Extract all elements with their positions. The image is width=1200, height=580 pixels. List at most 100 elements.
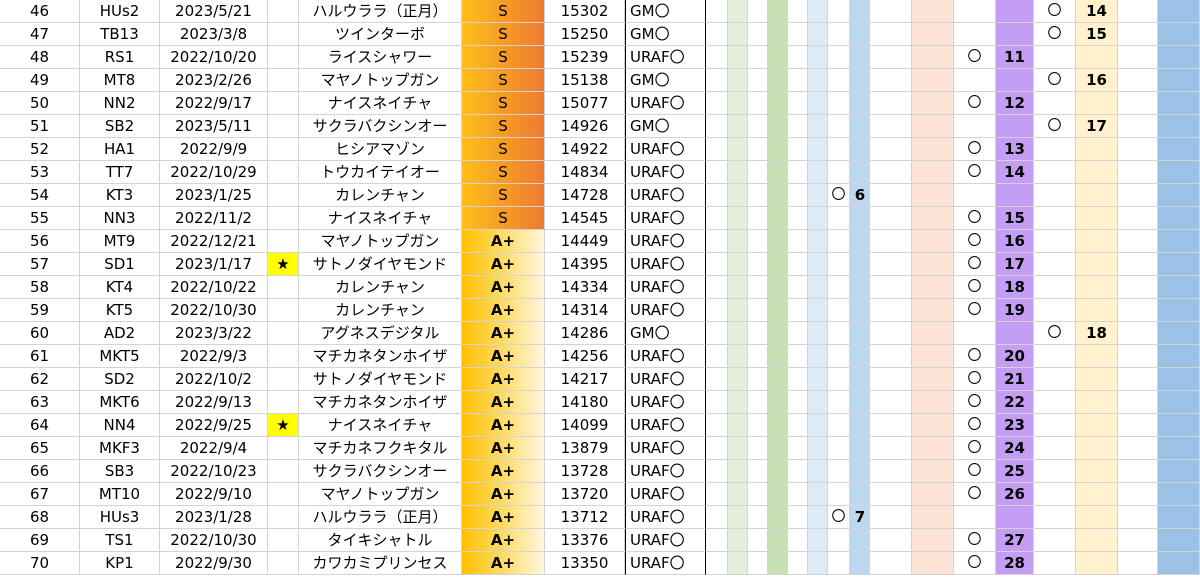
cell-count-group1[interactable] bbox=[850, 230, 870, 253]
cell-count-group3[interactable] bbox=[1076, 299, 1118, 322]
cell-band-peach[interactable] bbox=[912, 138, 954, 161]
cell-mark-group3[interactable]: 〇 bbox=[1034, 115, 1076, 138]
cell-tag[interactable]: URAF〇 bbox=[625, 414, 706, 437]
table-row[interactable]: 66 SB3 2022/10/23 サクラバクシンオー A+ 13728 URAF〇 〇 25 bbox=[0, 460, 1200, 483]
cell-mark-group3[interactable] bbox=[1034, 253, 1076, 276]
cell-blank[interactable] bbox=[870, 552, 912, 575]
cell-rank[interactable]: A+ bbox=[462, 506, 545, 529]
cell-band-peach[interactable] bbox=[912, 368, 954, 391]
cell-id[interactable]: TT7 bbox=[80, 161, 160, 184]
cell-count-group1[interactable] bbox=[850, 69, 870, 92]
cell-count-group2[interactable] bbox=[996, 69, 1034, 92]
cell-count-group3[interactable] bbox=[1076, 184, 1118, 207]
cell-rank[interactable]: A+ bbox=[462, 230, 545, 253]
cell-row-number[interactable]: 64 bbox=[0, 414, 80, 437]
cell-band-green-light[interactable] bbox=[728, 460, 748, 483]
cell-tag[interactable]: URAF〇 bbox=[625, 437, 706, 460]
cell-rank[interactable]: S bbox=[462, 46, 545, 69]
cell-mark-group2[interactable]: 〇 bbox=[954, 299, 996, 322]
cell-mark-group3[interactable] bbox=[1034, 46, 1076, 69]
cell-row-number[interactable]: 59 bbox=[0, 299, 80, 322]
cell-blank[interactable] bbox=[870, 115, 912, 138]
cell-date[interactable]: 2022/9/25 bbox=[160, 414, 268, 437]
table-row[interactable]: 61 MKT5 2022/9/3 マチカネタンホイザ A+ 14256 URAF〇 〇 20 bbox=[0, 345, 1200, 368]
cell-mark-group1[interactable] bbox=[828, 276, 850, 299]
cell-star[interactable] bbox=[268, 138, 299, 161]
cell-rank[interactable]: A+ bbox=[462, 391, 545, 414]
cell-score[interactable]: 13720 bbox=[545, 483, 625, 506]
cell-count-group2[interactable]: 26 bbox=[996, 483, 1034, 506]
cell-band-peach[interactable] bbox=[912, 276, 954, 299]
cell-mark-group2[interactable]: 〇 bbox=[954, 368, 996, 391]
cell-mark-group1[interactable] bbox=[828, 552, 850, 575]
cell-count-group1[interactable] bbox=[850, 552, 870, 575]
cell-mark-group3[interactable]: 〇 bbox=[1034, 322, 1076, 345]
cell-blank[interactable] bbox=[748, 46, 768, 69]
cell-count-group1[interactable] bbox=[850, 253, 870, 276]
cell-row-number[interactable]: 58 bbox=[0, 276, 80, 299]
cell-mark-group3[interactable]: 〇 bbox=[1034, 23, 1076, 46]
cell-blank[interactable] bbox=[870, 184, 912, 207]
cell-blank[interactable] bbox=[870, 506, 912, 529]
cell-mark-group3[interactable] bbox=[1034, 391, 1076, 414]
cell-tag[interactable]: URAF〇 bbox=[625, 368, 706, 391]
cell-mark-group3[interactable] bbox=[1034, 299, 1076, 322]
cell-blank[interactable] bbox=[706, 483, 728, 506]
cell-band-green[interactable] bbox=[768, 115, 788, 138]
cell-count-group1[interactable] bbox=[850, 92, 870, 115]
cell-blank[interactable] bbox=[706, 414, 728, 437]
cell-blank[interactable] bbox=[788, 161, 808, 184]
cell-band-peach[interactable] bbox=[912, 46, 954, 69]
cell-date[interactable]: 2022/11/2 bbox=[160, 207, 268, 230]
cell-blank[interactable] bbox=[748, 161, 768, 184]
cell-band-green-light[interactable] bbox=[728, 184, 748, 207]
cell-count-group1[interactable] bbox=[850, 0, 870, 23]
cell-count-group2[interactable]: 27 bbox=[996, 529, 1034, 552]
cell-id[interactable]: SB3 bbox=[80, 460, 160, 483]
cell-mark-group1[interactable]: 〇 bbox=[828, 506, 850, 529]
cell-row-number[interactable]: 61 bbox=[0, 345, 80, 368]
cell-blank[interactable] bbox=[1118, 529, 1158, 552]
table-row[interactable]: 64 NN4 2022/9/25 ★ ナイスネイチャ A+ 14099 URAF〇 〇 23 bbox=[0, 414, 1200, 437]
cell-mark-group3[interactable]: 〇 bbox=[1034, 0, 1076, 23]
cell-count-group2[interactable]: 23 bbox=[996, 414, 1034, 437]
cell-blank[interactable] bbox=[706, 92, 728, 115]
cell-blank[interactable] bbox=[1118, 414, 1158, 437]
cell-score[interactable]: 15239 bbox=[545, 46, 625, 69]
cell-mark-group3[interactable] bbox=[1034, 345, 1076, 368]
cell-band-blue-dark[interactable] bbox=[1158, 368, 1200, 391]
cell-band-blue-light[interactable] bbox=[808, 483, 828, 506]
cell-mark-group3[interactable] bbox=[1034, 92, 1076, 115]
cell-mark-group2[interactable]: 〇 bbox=[954, 460, 996, 483]
cell-mark-group1[interactable] bbox=[828, 460, 850, 483]
cell-band-peach[interactable] bbox=[912, 552, 954, 575]
cell-mark-group1[interactable] bbox=[828, 253, 850, 276]
cell-star[interactable] bbox=[268, 437, 299, 460]
cell-row-number[interactable]: 60 bbox=[0, 322, 80, 345]
cell-date[interactable]: 2023/1/25 bbox=[160, 184, 268, 207]
cell-band-green[interactable] bbox=[768, 0, 788, 23]
cell-band-green-light[interactable] bbox=[728, 0, 748, 23]
cell-blank[interactable] bbox=[706, 0, 728, 23]
cell-blank[interactable] bbox=[788, 483, 808, 506]
cell-name[interactable]: マヤノトップガン bbox=[299, 483, 462, 506]
cell-row-number[interactable]: 49 bbox=[0, 69, 80, 92]
cell-count-group2[interactable] bbox=[996, 184, 1034, 207]
table-row[interactable]: 58 KT4 2022/10/22 カレンチャン A+ 14334 URAF〇 〇 18 bbox=[0, 276, 1200, 299]
cell-band-green[interactable] bbox=[768, 69, 788, 92]
cell-band-blue-light[interactable] bbox=[808, 207, 828, 230]
cell-score[interactable]: 14834 bbox=[545, 161, 625, 184]
cell-band-blue-dark[interactable] bbox=[1158, 0, 1200, 23]
cell-blank[interactable] bbox=[748, 276, 768, 299]
cell-mark-group2[interactable]: 〇 bbox=[954, 161, 996, 184]
cell-blank[interactable] bbox=[1118, 253, 1158, 276]
cell-star[interactable] bbox=[268, 299, 299, 322]
cell-star[interactable] bbox=[268, 207, 299, 230]
cell-tag[interactable]: URAF〇 bbox=[625, 552, 706, 575]
cell-blank[interactable] bbox=[870, 460, 912, 483]
cell-row-number[interactable]: 67 bbox=[0, 483, 80, 506]
cell-band-blue-dark[interactable] bbox=[1158, 23, 1200, 46]
cell-rank[interactable]: S bbox=[462, 161, 545, 184]
cell-count-group1[interactable] bbox=[850, 345, 870, 368]
cell-blank[interactable] bbox=[748, 414, 768, 437]
